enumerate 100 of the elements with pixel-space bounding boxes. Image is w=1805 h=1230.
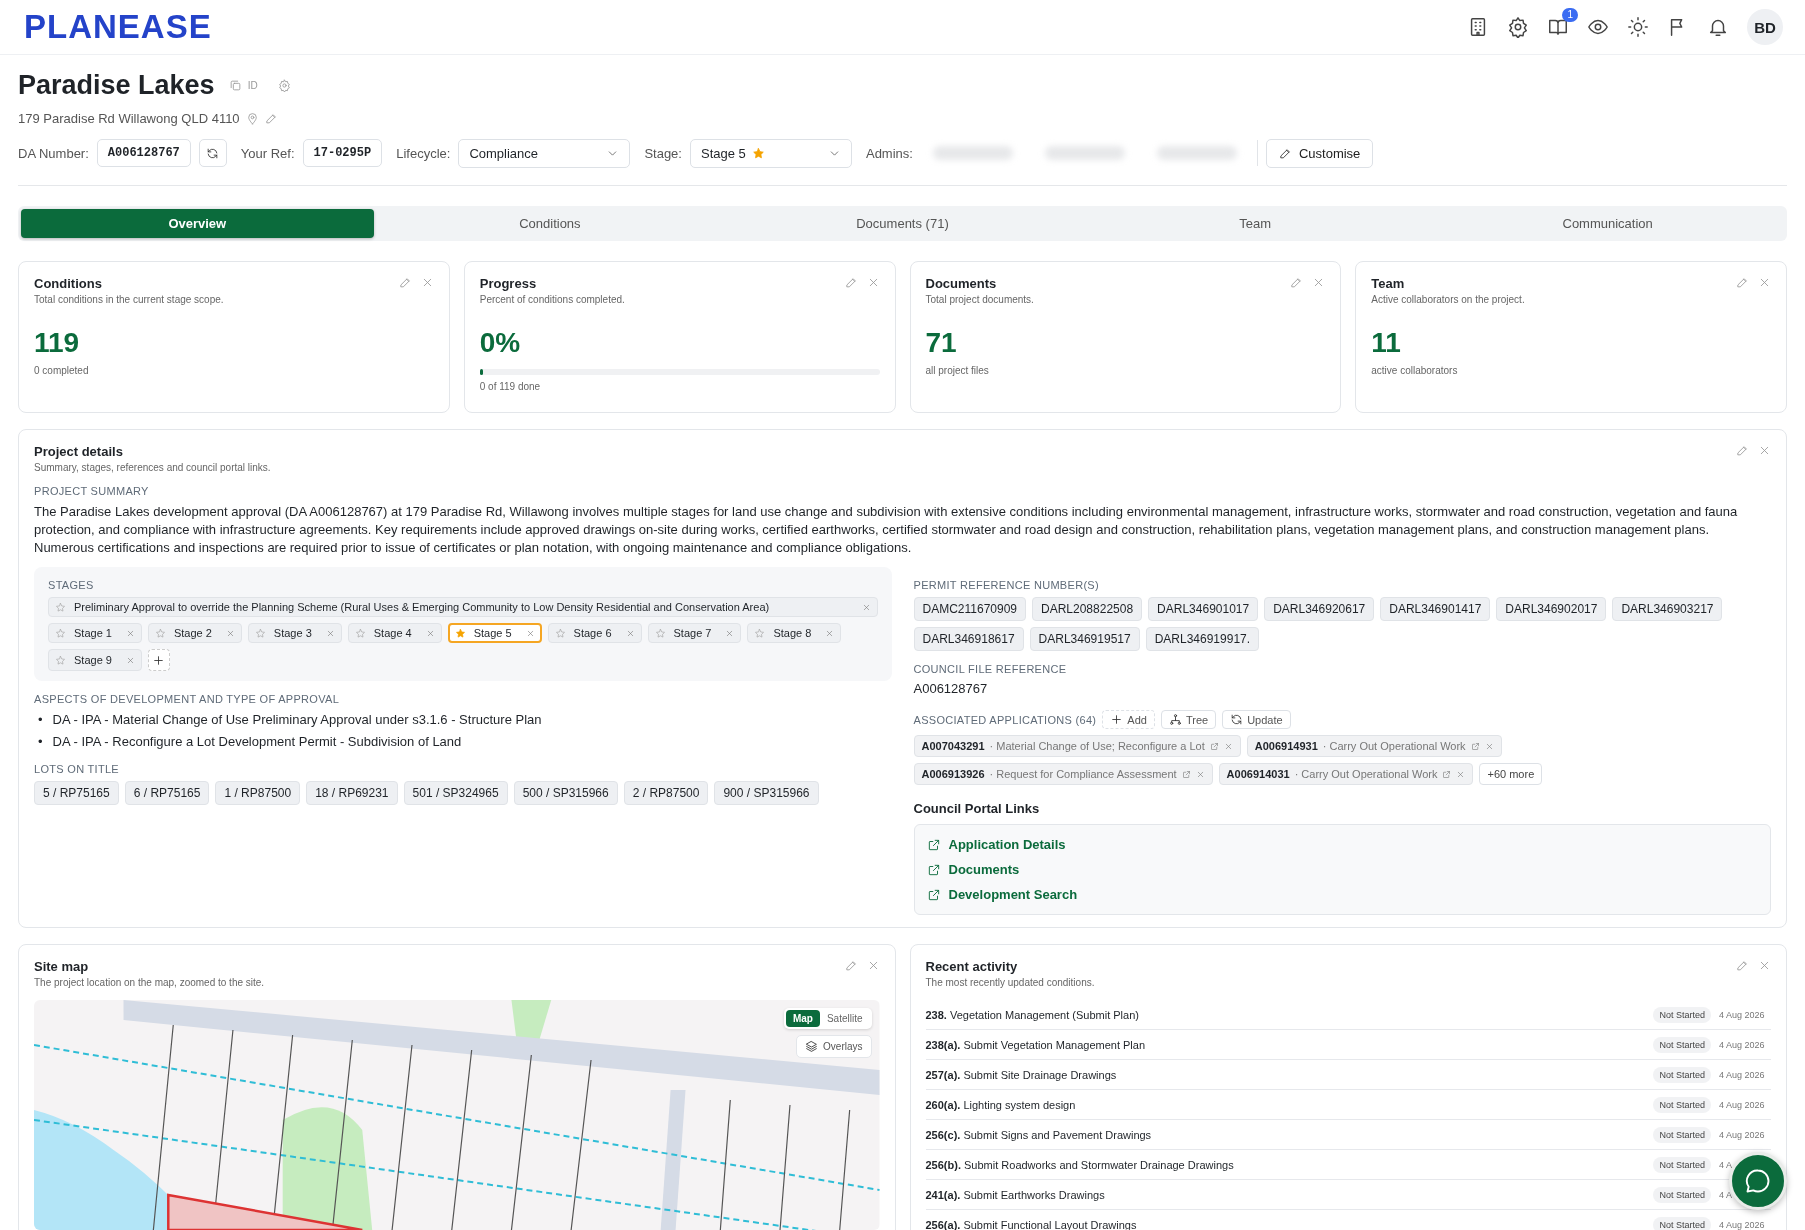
external-link-icon <box>926 887 941 902</box>
star-icon <box>554 627 566 639</box>
activity-title[interactable]: 238. Vegetation Management (Submit Plan) <box>925 1008 1646 1021</box>
star-icon <box>751 146 765 160</box>
status-badge: Not Started <box>1653 1096 1711 1113</box>
edit-icon[interactable] <box>1290 276 1304 289</box>
card-title: Conditions <box>34 276 103 291</box>
edit-icon[interactable] <box>844 276 858 289</box>
stage-chip[interactable]: Stage 9 <box>48 649 142 671</box>
activity-date: 4 Aug 2026 <box>1719 1129 1766 1140</box>
da-number-field[interactable]: A006128767 <box>96 139 191 167</box>
tab[interactable]: Conditions <box>373 209 727 238</box>
stage-dropdown[interactable]: Stage 5 <box>689 138 852 168</box>
section-label: STAGES <box>48 579 95 591</box>
lot-tag: 5 / RP75165 <box>34 781 119 805</box>
stage-chip[interactable]: Stage 7 <box>647 623 742 643</box>
activity-title[interactable]: 256(a). Submit Functional Layout Drawings <box>925 1218 1646 1230</box>
close-icon[interactable] <box>825 628 835 638</box>
close-icon[interactable] <box>1758 444 1771 457</box>
bullet: • <box>38 711 43 729</box>
edit-icon[interactable] <box>844 959 858 972</box>
lifecycle-dropdown[interactable]: Compliance <box>458 138 631 168</box>
user-avatar[interactable]: BD <box>1747 9 1783 45</box>
bullet: • <box>38 733 43 751</box>
stat-value: 119 <box>34 327 81 359</box>
external-link-icon <box>926 862 941 877</box>
close-icon[interactable] <box>1223 741 1233 751</box>
tab[interactable]: Team <box>1078 209 1432 238</box>
application-chip[interactable]: A007043291 · Material Change of Use; Reconfigure a Lot <box>913 735 1241 757</box>
close-icon[interactable] <box>1456 769 1466 779</box>
map-mode-toggle[interactable]: Map <box>785 1010 820 1027</box>
close-icon[interactable] <box>1758 276 1771 289</box>
portal-link[interactable]: Development Search <box>926 887 1758 902</box>
map-mode-toggle[interactable]: Satellite <box>819 1010 870 1027</box>
tab[interactable]: Communication <box>1431 209 1784 238</box>
layers-icon <box>805 1040 819 1053</box>
close-icon[interactable] <box>225 628 235 638</box>
activity-date: 4 Aug 2026 <box>1719 1099 1766 1110</box>
activity-title[interactable]: 260(a). Lighting system design <box>925 1098 1646 1111</box>
activity-title[interactable]: 257(a). Submit Site Drainage Drawings <box>925 1068 1646 1081</box>
update-button[interactable]: Update <box>1222 710 1291 729</box>
external-link-icon[interactable] <box>1181 769 1191 779</box>
settings-icon[interactable] <box>1507 16 1529 38</box>
edit-icon[interactable] <box>398 276 412 289</box>
edit-icon[interactable] <box>1736 959 1749 972</box>
close-icon[interactable] <box>1195 769 1205 779</box>
application-chip[interactable]: A006914931 · Carry Out Operational Work <box>1246 735 1502 757</box>
close-icon[interactable] <box>625 628 635 638</box>
activity-title[interactable]: 241(a). Submit Earthworks Drawings <box>925 1188 1646 1201</box>
card-title: Progress <box>479 276 538 291</box>
stage-chip[interactable]: Stage 8 <box>747 623 842 643</box>
stage-chip[interactable]: Stage 5 <box>447 623 542 643</box>
application-chip[interactable]: A006913926 · Request for Compliance Assessment <box>913 763 1213 785</box>
sun-icon[interactable] <box>1627 16 1649 38</box>
add-stage-button[interactable] <box>147 649 170 671</box>
external-link-icon[interactable] <box>1209 741 1219 751</box>
portal-link[interactable]: Documents <box>926 862 1758 877</box>
lifecycle-label: Lifecycle: <box>396 145 451 161</box>
stage-chip[interactable]: Stage 1 <box>48 623 142 643</box>
portal-link[interactable]: Application Details <box>926 837 1758 852</box>
your-ref-field[interactable]: 17-0295P <box>302 139 383 167</box>
stage-chip[interactable]: Preliminary Approval to override the Planning Scheme (Rural Uses & Emerging Community to Low Density Residential and Conservation Area) <box>48 597 878 617</box>
refresh-icon <box>1230 713 1244 726</box>
close-icon[interactable] <box>325 628 335 638</box>
more-button[interactable]: +60 more <box>1479 763 1543 785</box>
portal-links-heading: Council Portal Links <box>913 801 1041 816</box>
activity-title[interactable]: 238(a). Submit Vegetation Management Plan <box>925 1038 1646 1051</box>
edit-icon[interactable] <box>1736 444 1749 457</box>
customise-button[interactable]: Customise <box>1265 138 1374 168</box>
tab[interactable]: Overview <box>21 209 374 238</box>
add-button[interactable]: Add <box>1102 710 1155 729</box>
close-icon[interactable] <box>861 602 871 612</box>
notification-badge: 1 <box>1562 8 1578 22</box>
edit-icon[interactable] <box>1736 276 1749 289</box>
stage-chip[interactable]: Stage 2 <box>147 623 242 643</box>
card-subtitle: The most recently updated conditions. <box>925 977 1095 988</box>
close-icon[interactable] <box>425 628 435 638</box>
activity-title[interactable]: 256(c). Submit Signs and Pavement Drawings <box>925 1128 1646 1141</box>
stage-chip[interactable]: Stage 3 <box>247 623 342 643</box>
close-icon[interactable] <box>1758 959 1771 972</box>
lot-tag: 500 / SP315966 <box>513 781 618 805</box>
copy-icon[interactable] <box>228 78 242 92</box>
external-link-icon[interactable] <box>1442 769 1452 779</box>
close-icon[interactable] <box>125 628 135 638</box>
refresh-button[interactable] <box>198 139 227 167</box>
plus-icon <box>152 653 166 667</box>
section-label: PROJECT SUMMARY <box>34 485 150 497</box>
tab[interactable]: Documents (71) <box>726 209 1079 238</box>
activity-title[interactable]: 256(b). Submit Roadworks and Stormwater Drainage Drawings <box>925 1158 1646 1171</box>
close-icon[interactable] <box>1484 741 1494 751</box>
stage-chip[interactable]: Stage 6 <box>547 623 642 643</box>
edit-icon[interactable] <box>264 111 278 125</box>
tree-button[interactable]: Tree <box>1160 710 1217 729</box>
overlays-button[interactable]: Overlays <box>796 1035 872 1058</box>
close-icon[interactable] <box>725 628 735 638</box>
external-link-icon[interactable] <box>1470 741 1480 751</box>
stage-chip[interactable]: Stage 4 <box>347 623 442 643</box>
close-icon[interactable] <box>525 628 535 638</box>
close-icon[interactable] <box>125 655 135 665</box>
application-chip[interactable]: A006914031 · Carry Out Operational Work <box>1218 763 1474 785</box>
